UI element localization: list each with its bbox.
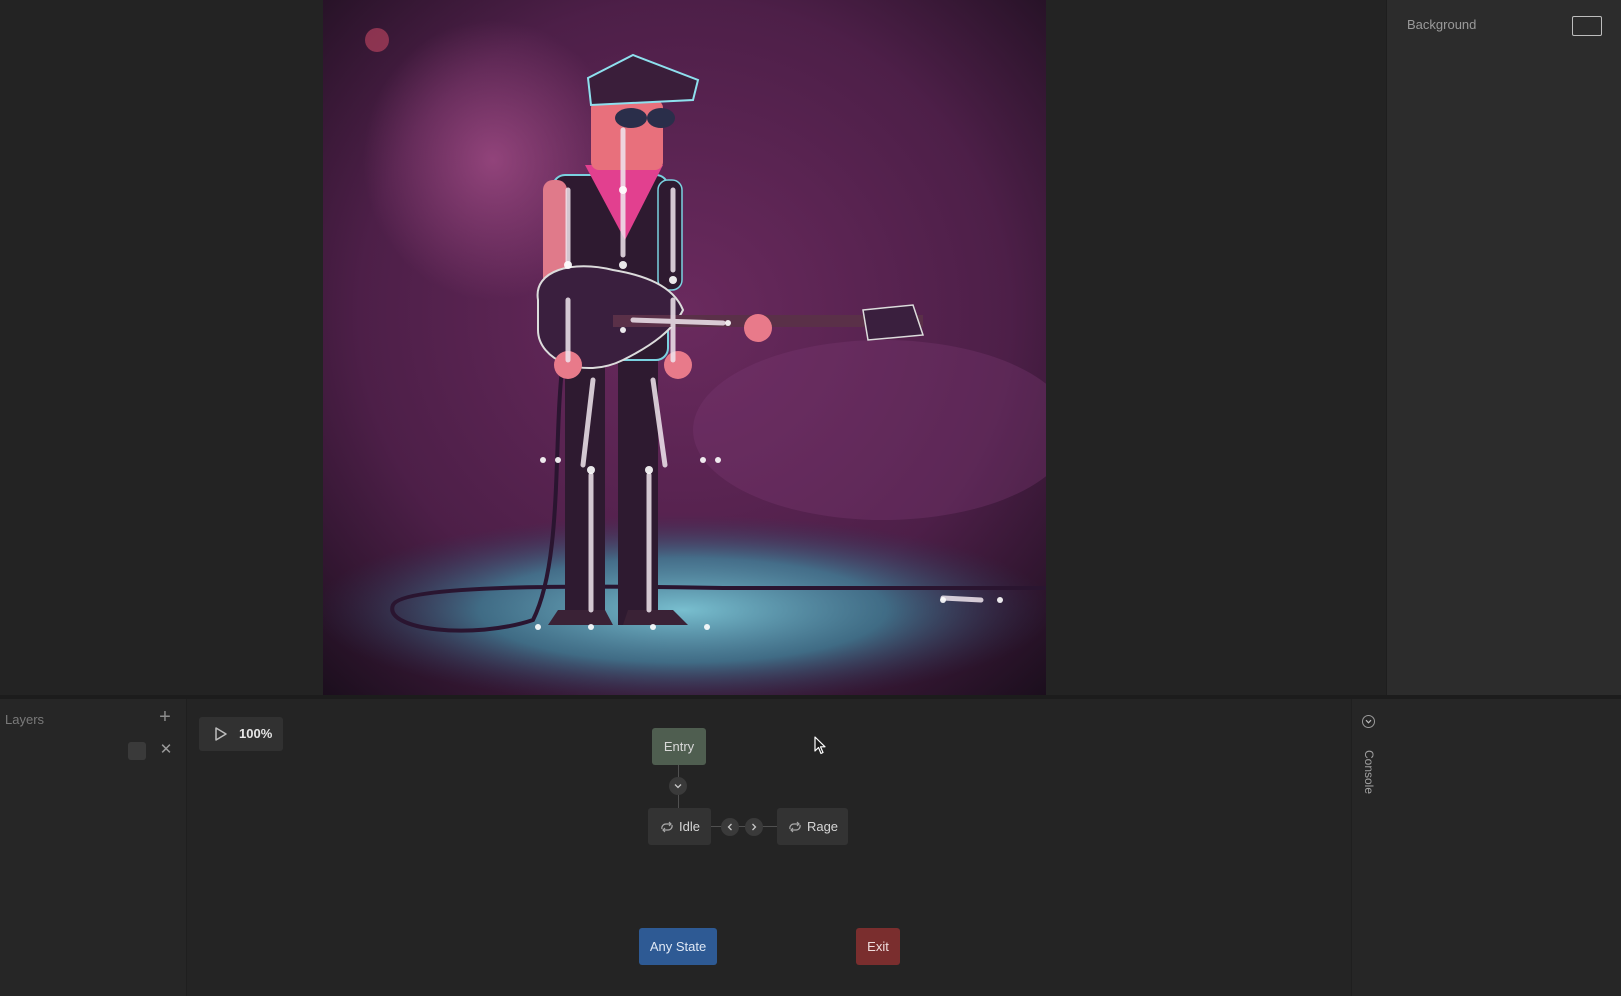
background-color-swatch[interactable] <box>1572 16 1602 36</box>
loop-icon <box>661 821 673 832</box>
layers-panel: Layers + ✕ <box>0 699 186 996</box>
artboard-canvas[interactable] <box>323 0 1046 695</box>
idle-state-node[interactable]: Idle <box>648 808 711 845</box>
rage-state-label: Rage <box>806 819 839 834</box>
rage-state-node[interactable]: Rage <box>777 808 848 845</box>
close-icon[interactable]: ✕ <box>157 741 175 759</box>
exit-node-label: Exit <box>867 939 889 954</box>
play-icon <box>215 727 227 741</box>
idle-state-label: Idle <box>679 819 700 834</box>
layer-color-swatch[interactable] <box>128 742 146 760</box>
exit-node[interactable]: Exit <box>856 928 900 965</box>
rive-editor: Background Layers + ✕ 100% Entry Idle Ra… <box>0 0 1621 996</box>
play-button[interactable]: 100% <box>199 717 283 751</box>
stage-left-area <box>0 0 323 695</box>
chevron-down-icon <box>674 784 682 789</box>
properties-panel: Background <box>1386 0 1621 695</box>
mouse-cursor-icon <box>814 736 826 755</box>
loop-icon <box>789 821 801 832</box>
stage-right-area <box>1046 0 1386 695</box>
any-state-label: Any State <box>649 939 707 954</box>
plus-icon[interactable]: + <box>156 707 174 727</box>
entry-node-label: Entry <box>663 739 695 754</box>
chevron-left-icon <box>727 823 732 831</box>
transition-right-button[interactable] <box>745 818 763 836</box>
console-toggle-button[interactable] <box>1362 715 1375 728</box>
layers-title: Layers <box>5 712 45 727</box>
transition-down-button[interactable] <box>669 777 687 795</box>
chevron-down-icon <box>1365 719 1372 724</box>
console-tab[interactable]: Console <box>1362 750 1376 794</box>
console-panel: Console <box>1351 699 1387 996</box>
bottom-right-area <box>1386 699 1621 996</box>
chevron-right-icon <box>752 823 757 831</box>
state-machine-graph[interactable]: 100% Entry Idle Rage Any State Exit <box>186 699 1352 996</box>
guitarist-illustration <box>323 0 1046 695</box>
background-label: Background <box>1407 17 1477 32</box>
entry-node[interactable]: Entry <box>652 728 706 765</box>
transition-left-button[interactable] <box>721 818 739 836</box>
playback-speed: 100% <box>239 726 273 741</box>
any-state-node[interactable]: Any State <box>639 928 717 965</box>
